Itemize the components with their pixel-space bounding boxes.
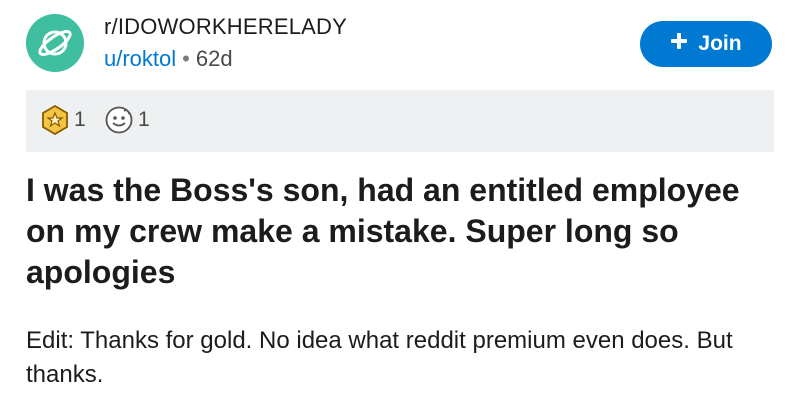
award-wholesome[interactable]: 1 — [104, 105, 150, 135]
join-label: Join — [698, 32, 742, 55]
planet-icon — [38, 30, 72, 56]
post-age: 62d — [195, 46, 233, 71]
awards-bar: 1 1 — [26, 90, 774, 152]
award-gold[interactable]: 1 — [40, 105, 86, 135]
post-title[interactable]: I was the Boss's son, had an entitled em… — [26, 170, 766, 293]
join-button[interactable]: Join — [640, 21, 772, 67]
separator-dot: • — [182, 46, 190, 71]
author-link[interactable]: u/roktol — [104, 46, 176, 71]
subreddit-avatar[interactable] — [26, 14, 84, 72]
wholesome-award-icon — [105, 106, 133, 134]
plus-icon — [670, 32, 688, 56]
gold-award-icon — [42, 105, 68, 135]
award-count: 1 — [74, 108, 86, 131]
post-header: r/IDOWORKHERELADY u/roktol • 62d Join — [0, 0, 800, 88]
subreddit-name[interactable]: r/IDOWORKHERELADY — [104, 14, 347, 40]
post-card: r/IDOWORKHERELADY u/roktol•62d Join 1 — [0, 0, 800, 420]
post-meta: u/roktol • 62d — [104, 46, 233, 72]
award-count: 1 — [138, 108, 150, 131]
post-body: Edit: Thanks for gold. No idea what redd… — [26, 327, 733, 388]
